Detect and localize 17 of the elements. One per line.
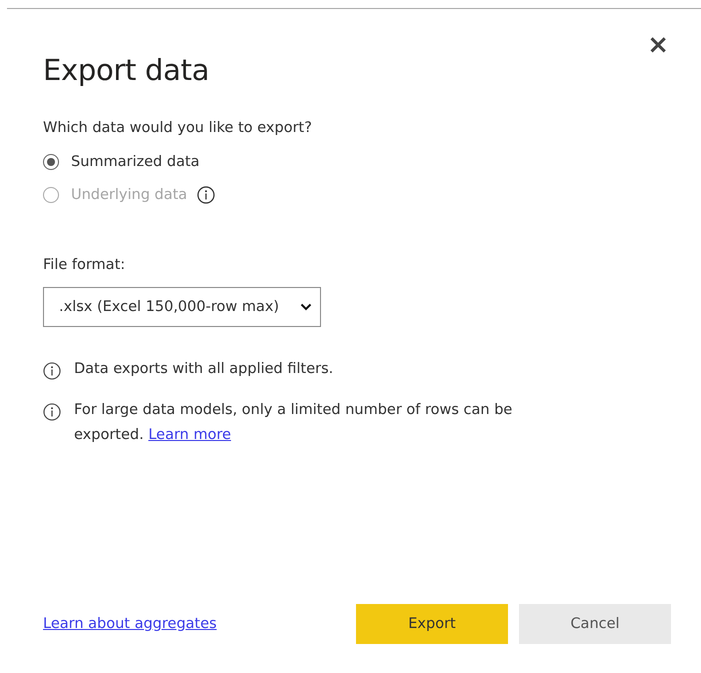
option-label: Underlying data: [71, 187, 188, 203]
question-text: Which data would you like to export?: [43, 120, 313, 136]
export-button[interactable]: Export: [356, 604, 508, 644]
format-dropdown[interactable]: .xlsx (Excel 150,000-row max): [43, 287, 321, 327]
field-label: File format:: [43, 257, 126, 273]
info-icon: [43, 362, 61, 380]
info-icon: [43, 403, 61, 421]
chevron-icon: [300, 303, 312, 311]
note-text: Data exports with all applied filters.: [74, 360, 334, 379]
learn-more-link[interactable]: Learn more: [148, 427, 232, 443]
close-button[interactable]: ×: [645, 32, 671, 58]
radio-button[interactable]: [43, 154, 59, 170]
option-label: Summarized data: [71, 154, 200, 170]
aggregates-link[interactable]: Learn about aggregates: [43, 616, 217, 632]
cancel-button[interactable]: Cancel: [519, 604, 671, 644]
note-text: For large data models, only a limited number of rows can be exported. Learn more: [74, 401, 514, 445]
dialog-title: Export data: [43, 53, 210, 87]
